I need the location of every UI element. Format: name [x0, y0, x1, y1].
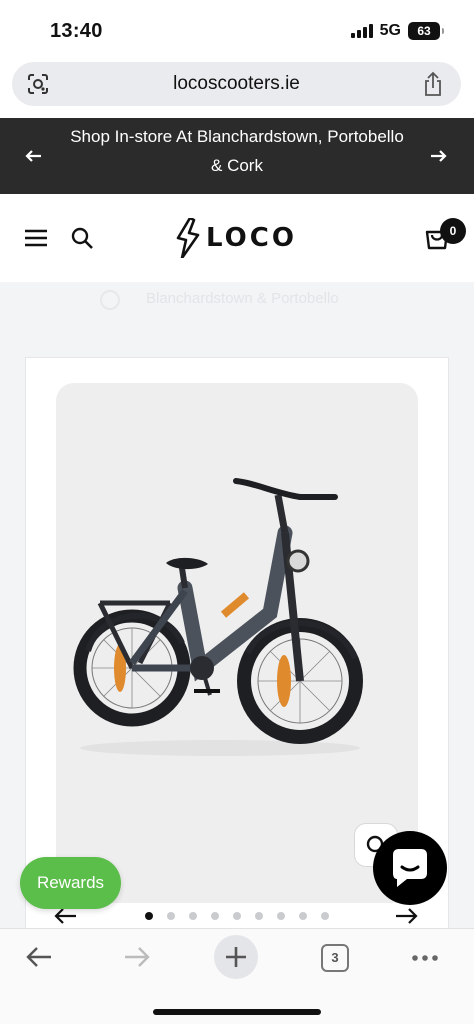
- lens-icon[interactable]: [26, 72, 50, 96]
- gallery-dot[interactable]: [321, 912, 329, 920]
- tab-switcher-button[interactable]: 3: [321, 944, 349, 972]
- url-text[interactable]: locoscooters.ie: [173, 73, 300, 95]
- site-logo[interactable]: LOCO: [176, 218, 297, 258]
- battery-icon: 63: [408, 22, 444, 40]
- arrow-left-icon[interactable]: [24, 146, 44, 166]
- status-indicators: 5G 63: [350, 22, 444, 40]
- gallery-dot[interactable]: [255, 912, 263, 920]
- home-indicator: [153, 1009, 321, 1015]
- site-header: LOCO: [0, 194, 474, 282]
- status-time: 13:40: [50, 20, 103, 42]
- gallery-dot[interactable]: [189, 912, 197, 920]
- gallery-dot[interactable]: [233, 912, 241, 920]
- gallery-dot[interactable]: [299, 912, 307, 920]
- hamburger-menu-icon[interactable]: [24, 228, 48, 248]
- gallery-dot[interactable]: [167, 912, 175, 920]
- more-dots-icon[interactable]: [410, 953, 440, 963]
- arrow-right-icon[interactable]: [428, 146, 448, 166]
- network-type: 5G: [379, 22, 401, 39]
- address-bar[interactable]: locoscooters.ie: [12, 62, 461, 106]
- browser-toolbar: 3: [0, 928, 474, 1024]
- announcement-bar: Shop In-store At Blanchardstown, Portobe…: [0, 118, 474, 194]
- gallery-dot[interactable]: [277, 912, 285, 920]
- announcement-text: Shop In-store At Blanchardstown, Portobe…: [70, 127, 404, 175]
- chat-button[interactable]: [373, 831, 447, 905]
- main-content: Blanchardstown & Portobello Rewards: [0, 282, 474, 928]
- status-bar: 13:40 5G 63: [0, 0, 474, 60]
- search-icon[interactable]: [70, 226, 94, 250]
- arrow-right-icon[interactable]: [394, 906, 418, 926]
- new-tab-button[interactable]: [214, 935, 258, 979]
- gallery-dot[interactable]: [211, 912, 219, 920]
- logo-text: LOCO: [206, 223, 297, 253]
- plus-icon: [226, 947, 246, 967]
- electric-bike-image: [73, 478, 363, 756]
- product-image[interactable]: [56, 383, 418, 903]
- gallery-dot[interactable]: [145, 912, 153, 920]
- cart-count-badge[interactable]: 0: [440, 218, 466, 244]
- forward-arrow-icon[interactable]: [122, 943, 152, 971]
- logo-mark-icon: [176, 218, 200, 258]
- cellular-signal-icon: [350, 24, 373, 38]
- gallery-dots: [145, 912, 329, 920]
- store-locations-text: Blanchardstown & Portobello: [146, 290, 339, 307]
- chat-bubble-icon: [393, 849, 427, 887]
- back-arrow-icon[interactable]: [24, 943, 54, 971]
- share-icon[interactable]: [421, 71, 445, 97]
- rewards-button[interactable]: Rewards: [20, 857, 121, 909]
- location-pin-icon: [100, 290, 120, 310]
- arrow-left-icon[interactable]: [54, 906, 78, 926]
